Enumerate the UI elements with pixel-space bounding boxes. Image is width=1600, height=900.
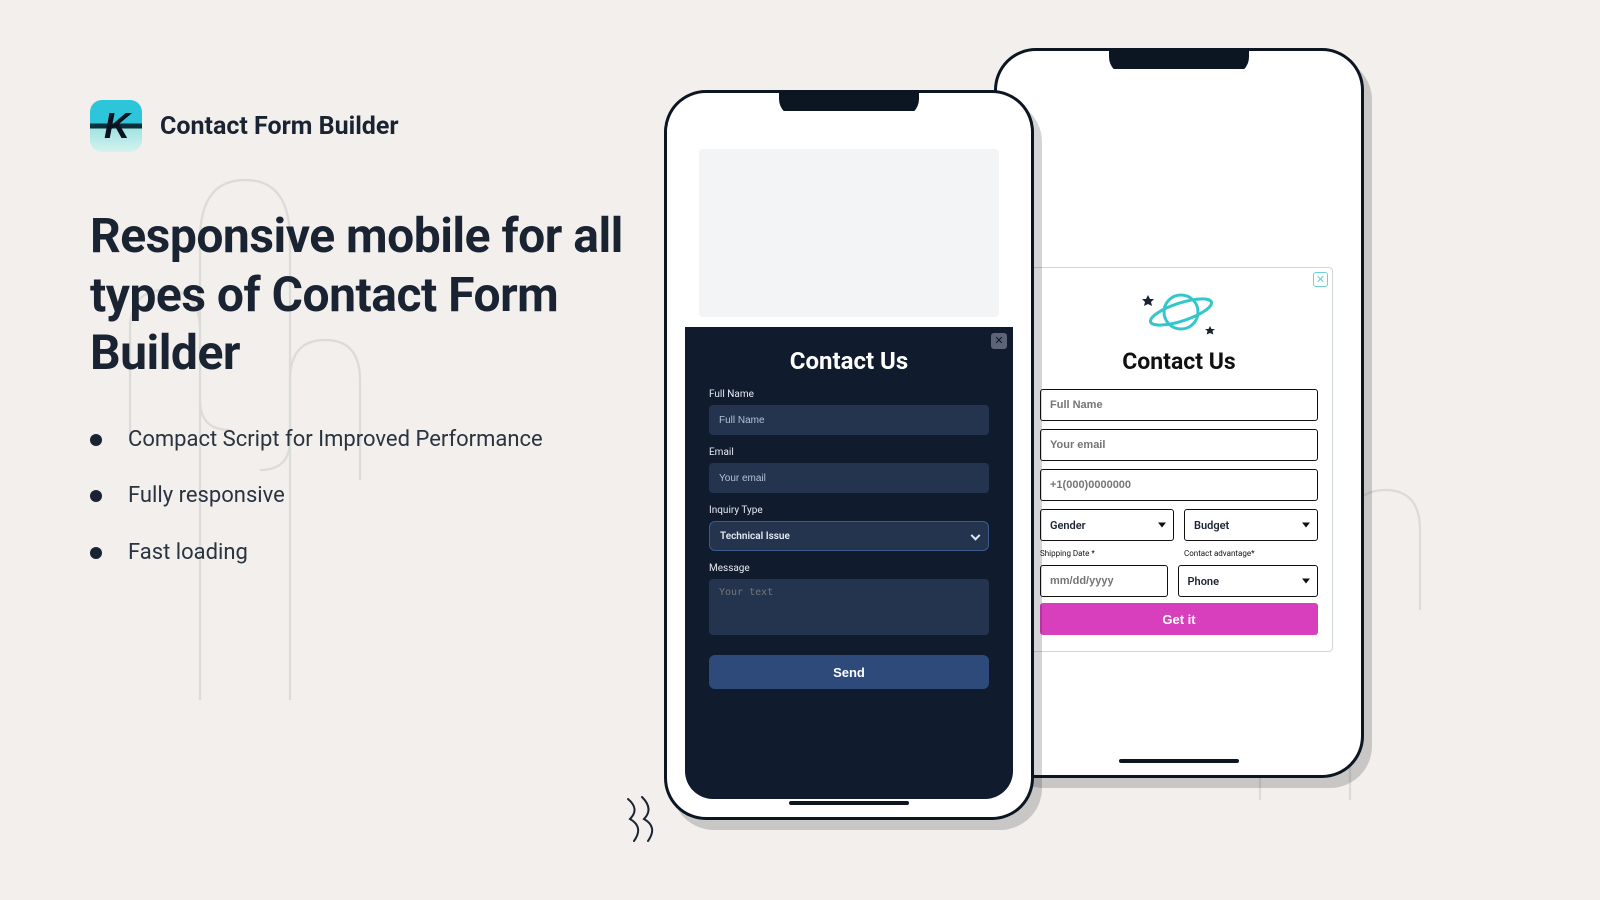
email-input[interactable] bbox=[1040, 429, 1318, 461]
chevron-down-icon bbox=[1302, 523, 1310, 528]
contact-label: Contact advantage* bbox=[1184, 549, 1318, 558]
shipdate-label: Shipping Date * bbox=[1040, 549, 1174, 558]
contact-form-dark: ✕ Contact Us Full Name Email Inquiry Typ… bbox=[685, 327, 1013, 799]
shipdate-input[interactable] bbox=[1040, 565, 1168, 597]
chevron-down-icon bbox=[1158, 523, 1166, 528]
budget-select[interactable]: Budget bbox=[1184, 509, 1318, 541]
headline: Responsive mobile for all types of Conta… bbox=[90, 207, 650, 383]
form-title: Contact Us bbox=[709, 347, 989, 375]
planet-icon bbox=[1136, 284, 1222, 340]
contact-form-light: ✕ Contact Us Gender Budget Shipping Date… bbox=[1025, 267, 1333, 652]
message-textarea[interactable] bbox=[709, 579, 989, 635]
brand-title: Contact Form Builder bbox=[160, 112, 399, 141]
phone-input[interactable] bbox=[1040, 469, 1318, 501]
feature-item: Compact Script for Improved Performance bbox=[90, 425, 650, 456]
email-input[interactable] bbox=[709, 463, 989, 493]
close-icon[interactable]: ✕ bbox=[991, 333, 1007, 349]
inquiry-label: Inquiry Type bbox=[709, 505, 989, 516]
contact-select[interactable]: Phone bbox=[1178, 565, 1319, 597]
hero-placeholder bbox=[699, 149, 999, 317]
brand-row: K Contact Form Builder bbox=[90, 100, 650, 152]
phone-homebar bbox=[789, 801, 909, 805]
gender-select[interactable]: Gender bbox=[1040, 509, 1174, 541]
phone-mockup-light: ✕ Contact Us Gender Budget Shipping Date… bbox=[994, 48, 1364, 778]
submit-button[interactable]: Get it bbox=[1040, 603, 1318, 635]
fullname-label: Full Name bbox=[709, 389, 989, 400]
close-icon[interactable]: ✕ bbox=[1313, 272, 1328, 287]
email-label: Email bbox=[709, 447, 989, 458]
phone-mockup-dark: ✕ Contact Us Full Name Email Inquiry Typ… bbox=[664, 90, 1034, 820]
phone-homebar bbox=[1119, 759, 1239, 763]
fullname-input[interactable] bbox=[709, 405, 989, 435]
chevron-down-icon bbox=[971, 531, 981, 541]
submit-button[interactable]: Send bbox=[709, 655, 989, 689]
chevron-down-icon bbox=[1302, 579, 1310, 584]
fullname-input[interactable] bbox=[1040, 389, 1318, 421]
feature-item: Fully responsive bbox=[90, 481, 650, 512]
inquiry-select[interactable]: Technical Issue bbox=[709, 521, 989, 551]
message-label: Message bbox=[709, 563, 989, 574]
feature-item: Fast loading bbox=[90, 538, 650, 569]
form-title: Contact Us bbox=[1040, 348, 1318, 375]
app-logo: K bbox=[90, 100, 142, 152]
squiggle-decor bbox=[622, 795, 662, 845]
feature-list: Compact Script for Improved Performance … bbox=[90, 425, 650, 569]
